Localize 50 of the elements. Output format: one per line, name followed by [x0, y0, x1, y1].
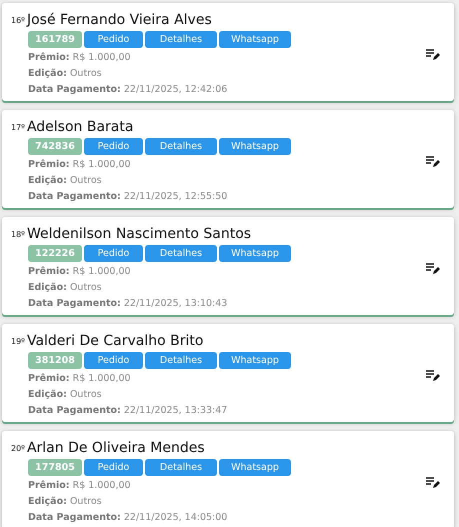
edit-list-icon[interactable]	[426, 476, 440, 488]
action-button[interactable]: Detalhes	[145, 459, 217, 476]
action-button[interactable]: Detalhes	[145, 352, 217, 369]
action-button[interactable]: Whatsapp	[219, 352, 291, 369]
action-button[interactable]: Pedido	[84, 352, 143, 369]
info-line: Data Pagamento: 22/11/2025, 12:55:50	[28, 190, 228, 204]
action-button[interactable]: Whatsapp	[219, 138, 291, 155]
info-line: Prêmio: R$ 1.000,00	[28, 265, 132, 279]
action-button[interactable]: Detalhes	[145, 138, 217, 155]
action-button[interactable]: Detalhes	[145, 245, 217, 262]
edit-list-icon[interactable]	[426, 156, 440, 168]
info-line: Prêmio: R$ 1.000,00	[28, 51, 132, 65]
info-line: Prêmio: R$ 1.000,00	[28, 158, 132, 172]
info-line: Data Pagamento: 22/11/2025, 14:05:00	[28, 511, 228, 525]
rank-label: 19º	[11, 336, 25, 348]
edit-list-icon[interactable]	[426, 48, 440, 60]
info-line: Data Pagamento: 22/11/2025, 13:33:47	[28, 404, 228, 418]
info-line: Data Pagamento: 22/11/2025, 12:42:06	[28, 83, 228, 97]
info-line: Edição: Outros	[28, 174, 103, 188]
action-button[interactable]: Detalhes	[145, 31, 217, 48]
info-line: Prêmio: R$ 1.000,00	[28, 372, 132, 386]
info-line: Data Pagamento: 22/11/2025, 13:10:43	[28, 297, 228, 311]
action-button[interactable]: Pedido	[84, 138, 143, 155]
action-button[interactable]: Pedido	[84, 245, 143, 262]
winner-name: Weldenilson Nascimento Santos	[26, 225, 252, 243]
edit-list-icon[interactable]	[426, 262, 440, 274]
info-line: Edição: Outros	[28, 281, 103, 295]
action-button[interactable]: Pedido	[84, 31, 143, 48]
info-line: Edição: Outros	[28, 495, 103, 509]
edit-list-icon[interactable]	[426, 370, 440, 382]
ticket-number-badge: 161789	[28, 31, 82, 48]
info-line: Edição: Outros	[28, 388, 103, 402]
action-button[interactable]: Whatsapp	[219, 459, 291, 476]
winner-name: José Fernando Vieira Alves	[26, 11, 212, 29]
rank-label: 16º	[11, 15, 25, 27]
ticket-number-badge: 381208	[28, 352, 82, 369]
action-button[interactable]: Whatsapp	[219, 31, 291, 48]
action-button[interactable]: Whatsapp	[219, 245, 291, 262]
action-button[interactable]: Pedido	[84, 459, 143, 476]
winner-name: Valderi De Carvalho Brito	[26, 332, 204, 350]
rank-label: 20º	[11, 443, 25, 455]
ticket-number-badge: 122226	[28, 245, 82, 262]
ticket-number-badge: 742836	[28, 138, 82, 155]
winner-name: Arlan De Oliveira Mendes	[26, 439, 205, 457]
winner-name: Adelson Barata	[26, 118, 134, 136]
rank-label: 17º	[11, 122, 25, 134]
rank-label: 18º	[11, 229, 25, 241]
info-line: Edição: Outros	[28, 67, 103, 81]
ticket-number-badge: 177805	[28, 459, 82, 476]
info-line: Prêmio: R$ 1.000,00	[28, 479, 132, 493]
